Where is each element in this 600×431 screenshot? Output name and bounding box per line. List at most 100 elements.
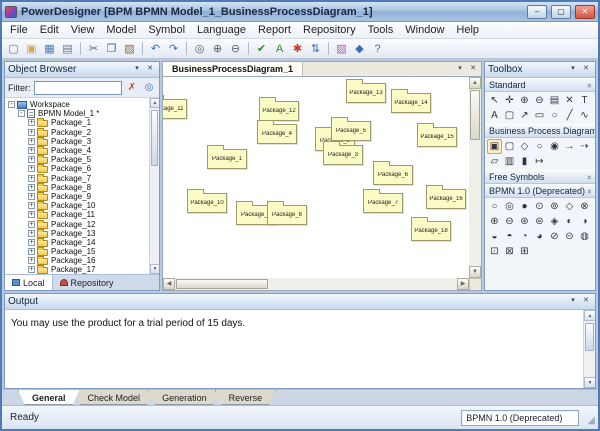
package-shape-package-10[interactable]: Package_10 [187, 193, 227, 213]
tree-expander-icon[interactable]: + [28, 248, 35, 255]
tool-error-event[interactable]: ⊠ [502, 244, 517, 259]
toolbar-check-model-button[interactable]: ✔ [253, 40, 270, 57]
tool-text[interactable]: A [487, 108, 502, 123]
tool-polyline[interactable]: ∿ [577, 108, 592, 123]
tool-line[interactable]: ╱ [562, 108, 577, 123]
tool-zoom-out[interactable]: ⊖ [532, 93, 547, 108]
tree-item-package-15[interactable]: +Package_15 [7, 247, 149, 256]
toolbar-redo-button[interactable]: ↷ [165, 40, 182, 57]
toolbar-open-button[interactable]: ▣ [23, 40, 40, 57]
menu-window[interactable]: Window [399, 23, 450, 37]
tree-expander-icon[interactable]: + [28, 239, 35, 246]
tool-lane[interactable]: ◒ [487, 229, 502, 244]
scroll-left-icon[interactable]: ◀ [163, 278, 175, 290]
tree-item-package-2[interactable]: +Package_2 [7, 128, 149, 137]
tab-generation[interactable]: Generation [148, 390, 221, 405]
status-target-selector[interactable]: BPMN 1.0 (Deprecated) [461, 410, 579, 426]
tool-process[interactable]: ▢ [502, 139, 517, 154]
tree-expander-icon[interactable]: + [28, 129, 35, 136]
canvas-vertical-scrollbar[interactable]: ▲ ▼ [469, 77, 481, 278]
tool-title[interactable]: T [577, 93, 592, 108]
tree-item-package-13[interactable]: +Package_13 [7, 229, 149, 238]
tool-link[interactable]: ↗ [517, 108, 532, 123]
menu-report[interactable]: Report [252, 23, 297, 37]
toolbar-find-button[interactable]: ◎ [191, 40, 208, 57]
tool-synchronization[interactable]: ▮ [517, 154, 532, 169]
menu-model[interactable]: Model [100, 23, 142, 37]
object-browser-menu-button[interactable]: ▾ [131, 64, 143, 75]
close-button[interactable]: ✕ [575, 5, 595, 19]
tool-compensation[interactable]: ◍ [577, 229, 592, 244]
tree-item-package-9[interactable]: +Package_9 [7, 192, 149, 201]
package-shape-package-8[interactable]: Package_8 [267, 205, 307, 225]
toolbar-palette-button[interactable]: ▧ [333, 40, 350, 57]
tool-end-event[interactable]: ● [517, 199, 532, 214]
tree-expander-icon[interactable]: + [28, 184, 35, 191]
tool-resource-flow[interactable]: ↦ [532, 154, 547, 169]
scrollbar-thumb[interactable] [470, 90, 480, 140]
toolbar-help-button[interactable]: ? [369, 40, 386, 57]
tree-expander-icon[interactable]: + [28, 147, 35, 154]
toolbar-cut-button[interactable]: ✂ [85, 40, 102, 57]
tree-item-package-6[interactable]: +Package_6 [7, 164, 149, 173]
tree-item-package-16[interactable]: +Package_16 [7, 256, 149, 265]
tool-flow[interactable]: → [562, 139, 577, 154]
menu-tools[interactable]: Tools [362, 23, 400, 37]
tool-pool[interactable]: ◑ [577, 214, 592, 229]
resize-grip[interactable]: ◢ [587, 416, 595, 426]
tree-item-package-7[interactable]: +Package_7 [7, 174, 149, 183]
tool-message-flow[interactable]: ⇢ [577, 139, 592, 154]
toolbox-section-free-symbols[interactable]: Free Symbols» [485, 170, 595, 184]
diagram-tab-list-button[interactable]: ▾ [454, 64, 466, 75]
tab-general[interactable]: General [18, 390, 80, 405]
scrollbar-thumb[interactable] [176, 279, 268, 289]
tree-item-package-10[interactable]: +Package_10 [7, 201, 149, 210]
tool-message-event[interactable]: ⊙ [532, 199, 547, 214]
tree-expander-icon[interactable]: + [28, 266, 35, 273]
toolbox-section-standard[interactable]: Standard» [485, 78, 595, 92]
toolbar-zoom-out-button[interactable]: ⊖ [227, 40, 244, 57]
diagram-canvas[interactable]: ▲ ▼ ◀ ▶ Package_11Package_12Package_13Pa… [162, 76, 482, 291]
tree-expander-icon[interactable]: + [28, 257, 35, 264]
package-shape-package-7[interactable]: Package_7 [363, 193, 403, 213]
scroll-up-icon[interactable]: ▲ [469, 77, 481, 89]
tree-expander-icon[interactable]: + [28, 221, 35, 228]
tool-delete[interactable]: ✕ [562, 93, 577, 108]
filter-input[interactable] [34, 81, 123, 95]
toolbar-copy-button[interactable]: ❐ [103, 40, 120, 57]
menu-view[interactable]: View [65, 23, 101, 37]
menu-edit[interactable]: Edit [34, 23, 65, 37]
tree-expander-icon[interactable]: + [28, 211, 35, 218]
package-shape-package-1[interactable]: Package_1 [207, 149, 247, 169]
scrollbar-thumb[interactable] [151, 110, 158, 166]
tool-pointer[interactable]: ↖ [487, 93, 502, 108]
tree-expander-icon[interactable]: + [28, 119, 35, 126]
tool-package[interactable]: ▣ [487, 139, 502, 154]
package-shape-package-15[interactable]: Package_15 [417, 127, 457, 147]
toolbox-section-business-process-diagram[interactable]: Business Process Diagram» [485, 124, 595, 138]
scroll-up-icon[interactable]: ▲ [150, 98, 159, 108]
tool-intermediate-event[interactable]: ◎ [502, 199, 517, 214]
maximize-button[interactable]: ▢ [551, 5, 571, 19]
tool-gateway[interactable]: ◇ [562, 199, 577, 214]
tree-expander-icon[interactable]: - [18, 110, 25, 117]
toolbox-section-bpmn-10-deprecated[interactable]: BPMN 1.0 (Deprecated)» [485, 184, 595, 198]
canvas-horizontal-scrollbar[interactable]: ◀ ▶ [163, 278, 469, 290]
toolbar-new-button[interactable]: ▢ [5, 40, 22, 57]
tree-expander-icon[interactable]: + [28, 193, 35, 200]
tab-businessprocessdiagram-1[interactable]: BusinessProcessDiagram_1 [163, 62, 303, 76]
package-shape-package-3[interactable]: Package_3 [323, 145, 363, 165]
scroll-down-icon[interactable]: ▼ [469, 266, 481, 278]
tree-scrollbar[interactable]: ▲▼ [149, 98, 159, 274]
toolbar-print-button[interactable]: ▤ [59, 40, 76, 57]
scroll-down-icon[interactable]: ▼ [150, 264, 159, 274]
toolbar-paste-button[interactable]: ▨ [121, 40, 138, 57]
tool-inclusive-gateway[interactable]: ⊖ [502, 214, 517, 229]
menu-repository[interactable]: Repository [297, 23, 362, 37]
tab-repository[interactable]: Repository [53, 275, 121, 290]
scroll-right-icon[interactable]: ▶ [457, 278, 469, 290]
scroll-up-icon[interactable]: ▲ [584, 310, 595, 321]
toolbox-menu-button[interactable]: ▾ [567, 64, 579, 75]
tree-expander-icon[interactable]: + [28, 202, 35, 209]
tree-item-package-8[interactable]: +Package_8 [7, 183, 149, 192]
